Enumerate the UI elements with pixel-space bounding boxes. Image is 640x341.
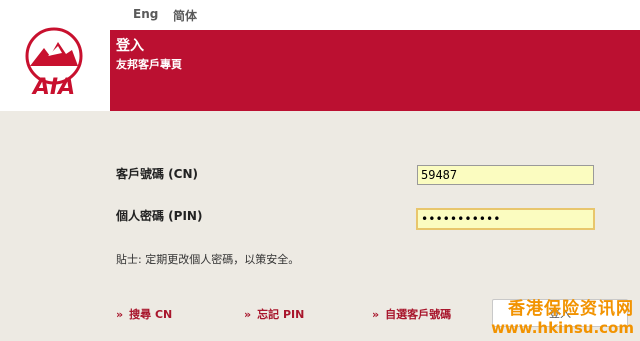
svg-text:AIA: AIA	[31, 75, 75, 98]
aia-logo-icon: AIA	[25, 27, 83, 98]
watermark: 香港保险资讯网 www.hkinsu.com	[491, 294, 634, 337]
cn-label: 客戶號碼 (CN)	[116, 167, 198, 181]
chevron-icon: »	[116, 308, 124, 321]
page-title: 登入	[116, 38, 144, 54]
choose-cn-link[interactable]: » 自選客戶號碼	[372, 306, 451, 322]
aia-logo: AIA	[0, 0, 110, 111]
lang-english-link[interactable]: Eng	[133, 7, 158, 21]
pin-input[interactable]	[416, 208, 595, 230]
find-cn-link[interactable]: » 搜尋 CN	[116, 306, 172, 322]
login-banner: 登入 友邦客戶專頁	[110, 30, 640, 111]
chevron-icon: »	[372, 308, 380, 321]
watermark-title: 香港保险资讯网	[508, 299, 634, 319]
cn-input[interactable]	[417, 165, 594, 185]
chevron-icon: »	[244, 308, 252, 321]
forgot-pin-link[interactable]: » 忘記 PIN	[244, 306, 304, 322]
find-cn-label: 搜尋 CN	[129, 308, 173, 321]
forgot-pin-label: 忘記 PIN	[257, 308, 305, 321]
choose-cn-label: 自選客戶號碼	[385, 308, 452, 321]
lang-simplified-chinese-link[interactable]: 简体	[173, 7, 197, 24]
security-tip: 貼士: 定期更改個人密碼，以策安全。	[116, 253, 300, 266]
page-subtitle: 友邦客戶專頁	[116, 58, 182, 71]
pin-label: 個人密碼 (PIN)	[116, 209, 203, 223]
watermark-url: www.hkinsu.com	[491, 319, 634, 337]
